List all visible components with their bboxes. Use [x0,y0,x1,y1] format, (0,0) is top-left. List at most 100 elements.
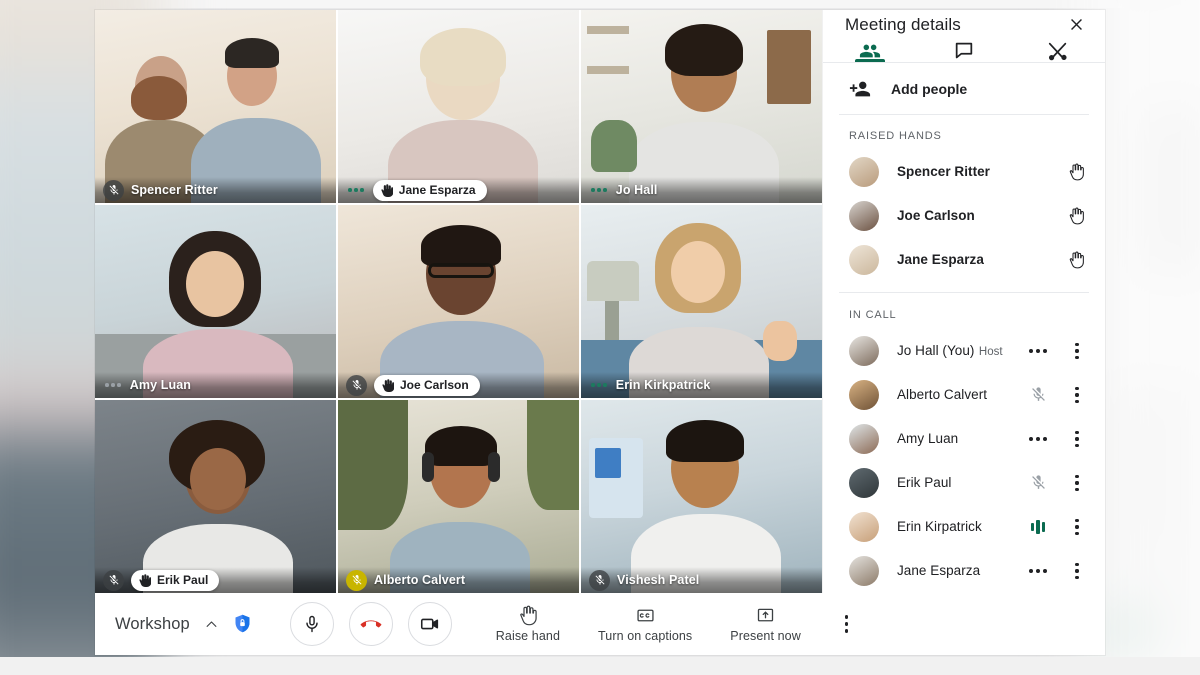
raised-hand-icon [381,183,393,197]
mic-off-icon [346,569,367,591]
muted-dots-icon [103,383,123,387]
tile-name-bar: Erin Kirkpatrick [581,372,822,398]
video-tile-vishesh-patel[interactable]: Vishesh Patel [581,400,822,593]
mic-off-icon [346,374,367,396]
participant-video [95,10,336,203]
kebab-menu-icon[interactable] [1067,562,1087,580]
raise-hand-icon [520,605,538,626]
kebab-menu-icon[interactable] [1067,474,1087,492]
video-tile-jo-hall[interactable]: Jo Hall [581,10,822,203]
kebab-menu-icon[interactable] [1067,342,1087,360]
raise-hand-button[interactable]: Raise hand [496,605,560,643]
shield-lock-icon[interactable] [232,613,254,635]
tab-people[interactable] [823,40,917,62]
tile-name: Amy Luan [129,378,192,392]
raise-hand-label: Raise hand [495,629,561,643]
kebab-menu-icon[interactable] [1067,518,1087,536]
participant-row[interactable]: Amy Luan [823,417,1105,461]
tile-name: Vishesh Patel [617,573,700,587]
present-now-button[interactable]: Present now [730,605,801,643]
more-options-button[interactable] [844,615,849,633]
raised-hand-icon [1065,161,1087,183]
speaking-dots-icon [589,383,609,387]
backdrop-bottom-bar [0,657,1200,675]
meeting-details-panel: Meeting details Add people RAISED HANDS … [822,10,1105,593]
raised-hand-icon [382,378,394,392]
microphone-button[interactable] [289,602,334,646]
video-tile-spencer-ritter[interactable]: Spencer Ritter [95,10,336,203]
raised-hand-icon [139,573,151,587]
add-person-icon [849,81,871,97]
raised-hand-row[interactable]: Jane Esparza [823,238,1105,282]
participant-name: Erin Kirpatrick [897,518,982,534]
mic-off-icon [1027,384,1049,406]
call-controls [289,602,452,646]
video-tile-amy-luan[interactable]: Amy Luan [95,205,336,398]
tab-chat[interactable] [917,40,1011,62]
raised-hand-pill: Jane Esparza [372,179,487,201]
end-call-button[interactable] [348,602,393,646]
participant-row[interactable]: Erik Paul [823,461,1105,505]
raised-hand-icon [1065,205,1087,227]
panel-header: Meeting details [823,10,1105,40]
captions-button[interactable]: Turn on captions [598,605,692,643]
tab-activities[interactable] [1011,40,1105,62]
present-now-icon [757,608,774,622]
toolbar-left: Workshop [115,613,254,635]
participant-name: Jane Esparza [897,252,984,268]
close-icon[interactable] [1063,12,1089,38]
video-tile-jane-esparza[interactable]: Jane Esparza [338,10,579,203]
raised-hand-icon [1065,249,1087,271]
participant-role: Host [978,345,1003,358]
raised-hand-pill: Joe Carlson [374,374,480,396]
participant-name: Spencer Ritter [897,164,990,180]
participant-row[interactable]: Alberto Calvert [823,373,1105,417]
raised-hand-row[interactable]: Joe Carlson [823,194,1105,238]
participant-video [581,10,822,203]
video-tile-erik-paul[interactable]: Erik Paul [95,400,336,593]
participant-name: Jo Hall (You) Host [897,342,1003,358]
meeting-body: Spencer Ritter Jane Esparza Jo Hall Amy … [95,10,1105,593]
speaking-dots-icon [1027,428,1049,450]
participant-video [581,205,822,398]
video-tile-erin-kirkpatrick[interactable]: Erin Kirkpatrick [581,205,822,398]
video-grid: Spencer Ritter Jane Esparza Jo Hall Amy … [95,10,822,593]
avatar [849,335,879,366]
participant-name: Joe Carlson [897,208,975,224]
mic-off-icon [1027,472,1049,494]
video-tile-alberto-calvert[interactable]: Alberto Calvert [338,400,579,593]
meeting-window: Spencer Ritter Jane Esparza Jo Hall Amy … [95,10,1105,655]
tile-name: Erin Kirkpatrick [615,378,711,392]
panel-tabs [823,40,1105,63]
add-people-button[interactable]: Add people [823,63,1105,114]
audio-level-bars-icon [1027,516,1049,538]
tile-name-bar: Alberto Calvert [338,567,579,593]
section-title-in-call: IN CALL [849,308,897,321]
participant-name: Alberto Calvert [897,386,988,402]
avatar [849,423,879,454]
participant-row[interactable]: Jane Esparza [823,549,1105,593]
mic-off-icon [103,569,124,591]
raised-hand-pill: Erik Paul [131,569,220,591]
avatar [849,157,879,188]
avatar [849,201,879,232]
participant-row[interactable]: Erin Kirpatrick [823,505,1105,549]
kebab-menu-icon[interactable] [1067,386,1087,404]
camera-button[interactable] [407,602,452,646]
video-tile-joe-carlson[interactable]: Joe Carlson [338,205,579,398]
raised-hand-row[interactable]: Spencer Ritter [823,150,1105,194]
kebab-menu-icon[interactable] [1067,430,1087,448]
chevron-up-icon[interactable] [204,617,218,631]
participant-video [338,205,579,398]
participant-row[interactable]: Jo Hall (You) Host [823,329,1105,373]
tile-name: Joe Carlson [400,378,469,392]
tile-name: Jane Esparza [398,183,476,197]
tile-name: Spencer Ritter [131,183,218,197]
tile-name-bar: Jo Hall [581,177,822,203]
participant-video [581,400,822,593]
avatar [849,555,879,586]
backdrop-top-bar [0,0,1200,8]
toolbar-actions: Raise hand Turn on captions Present now [496,605,801,643]
tile-name-bar: Jane Esparza [338,177,579,203]
participant-name: Jane Esparza [897,562,981,578]
